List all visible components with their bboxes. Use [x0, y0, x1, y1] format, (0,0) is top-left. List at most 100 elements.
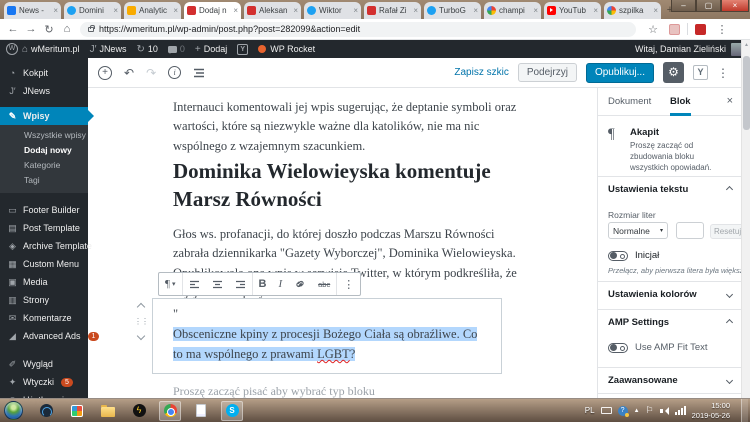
tab-close-icon[interactable]: ×: [653, 6, 658, 15]
tab-close-icon[interactable]: ×: [173, 6, 178, 15]
scroll-up-icon[interactable]: ▲: [742, 42, 750, 48]
browser-tab[interactable]: Wiktor×: [304, 2, 361, 19]
show-desktop-button[interactable]: [741, 399, 748, 422]
address-bar[interactable]: https://wmeritum.pl/wp-admin/post.php?po…: [80, 22, 636, 37]
selected-paragraph-block[interactable]: " Obsceniczne kpiny z procesji Bożego Ci…: [152, 298, 502, 374]
sidebar-item-wyglad[interactable]: ✐Wygląd: [0, 355, 88, 373]
taskbar-app[interactable]: [190, 401, 212, 421]
tab-close-icon[interactable]: ×: [113, 6, 118, 15]
admin-bar-yoast[interactable]: Y: [237, 44, 248, 55]
sidebar-item-wtyczki[interactable]: ✦Wtyczki5: [0, 373, 88, 391]
taskbar-app[interactable]: ϟ: [128, 401, 150, 421]
sidebar-item-advanced-ads[interactable]: ◢Advanced Ads1: [0, 327, 88, 345]
align-right-icon[interactable]: [229, 273, 252, 295]
toggle-off-icon[interactable]: [608, 251, 628, 261]
admin-bar-comments[interactable]: 0: [168, 44, 185, 54]
taskbar-app[interactable]: [35, 401, 57, 421]
panel-text-settings[interactable]: Ustawienia tekstu: [608, 184, 732, 195]
tab-close-icon[interactable]: ×: [593, 6, 598, 15]
tab-close-icon[interactable]: ×: [353, 6, 358, 15]
minimize-icon[interactable]: –: [671, 0, 696, 12]
language-indicator[interactable]: PL: [585, 406, 595, 415]
browser-tab[interactable]: szpilka×: [604, 2, 661, 19]
reload-icon[interactable]: ↻: [40, 23, 58, 36]
close-sidebar-icon[interactable]: ×: [727, 95, 733, 107]
tab-close-icon[interactable]: ×: [233, 6, 238, 15]
preview-button[interactable]: Podejrzyj: [518, 63, 577, 82]
panel-advanced[interactable]: Zaawansowane: [608, 375, 732, 386]
browser-tab[interactable]: Analytic×: [124, 2, 181, 19]
sidebar-item-wpisy[interactable]: ✎Wpisy: [0, 107, 88, 125]
sidebar-item-archive-template[interactable]: ◈Archive Template: [0, 237, 88, 255]
keyboard-icon[interactable]: [601, 407, 612, 414]
link-icon[interactable]: [288, 273, 312, 295]
bold-icon[interactable]: B: [253, 273, 273, 295]
browser-tab-active[interactable]: Dodaj n×: [184, 2, 241, 19]
admin-bar-jnews[interactable]: J′JNews: [90, 44, 127, 55]
strikethrough-icon[interactable]: abc: [312, 273, 336, 295]
tab-close-icon[interactable]: ×: [533, 6, 538, 15]
sidebar-item-post-template[interactable]: ▤Post Template: [0, 219, 88, 237]
sidebar-item-wszystkie-wpisy[interactable]: Wszystkie wpisy: [0, 128, 88, 143]
bookmark-star-icon[interactable]: ☆: [644, 23, 662, 36]
block-inserter-icon[interactable]: +: [98, 66, 112, 80]
extension-icon[interactable]: [695, 24, 706, 35]
tab-document[interactable]: Dokument: [608, 88, 651, 116]
block-appender-placeholder[interactable]: Proszę zacząć pisać aby wybrać typ bloku: [173, 384, 375, 399]
browser-tab[interactable]: News -×: [4, 2, 61, 19]
tab-close-icon[interactable]: ×: [53, 6, 58, 15]
publish-button[interactable]: Opublikuj...: [586, 63, 654, 83]
paragraph-block-icon[interactable]: ¶▾: [159, 273, 182, 295]
move-up-icon[interactable]: [137, 303, 145, 311]
align-left-icon[interactable]: [183, 273, 206, 295]
font-size-select[interactable]: Normalne▾: [608, 222, 668, 239]
tab-block[interactable]: Blok: [670, 88, 691, 116]
browser-tab[interactable]: champi×: [484, 2, 541, 19]
taskbar-app[interactable]: [97, 401, 119, 421]
admin-bar-site[interactable]: ⌂wMeritum.pl: [22, 44, 80, 55]
admin-bar-updates[interactable]: ↻10: [136, 44, 157, 55]
panel-color-settings[interactable]: Ustawienia kolorów: [608, 289, 732, 300]
reset-button[interactable]: Resetuj: [710, 224, 745, 239]
browser-tab[interactable]: TurboG×: [424, 2, 481, 19]
tab-close-icon[interactable]: ×: [293, 6, 298, 15]
taskbar-app-chrome[interactable]: [159, 401, 181, 421]
more-options-icon[interactable]: ⋮: [717, 66, 729, 80]
sidebar-item-strony[interactable]: ▥Strony: [0, 291, 88, 309]
sidebar-item-media[interactable]: ▣Media: [0, 273, 88, 291]
tab-close-icon[interactable]: ×: [413, 6, 418, 15]
forward-icon[interactable]: →: [22, 23, 40, 35]
font-size-input[interactable]: [676, 222, 704, 239]
tab-close-icon[interactable]: ×: [473, 6, 478, 15]
align-center-icon[interactable]: [206, 273, 229, 295]
sidebar-item-dodaj-nowy[interactable]: Dodaj nowy: [0, 143, 88, 158]
volume-icon[interactable]: [660, 406, 669, 415]
tray-expand-icon[interactable]: ▲: [634, 408, 640, 414]
yoast-icon[interactable]: Y: [693, 65, 708, 80]
post-paragraph[interactable]: Internauci komentowali jej wpis sugerują…: [173, 98, 525, 156]
help-tray-icon[interactable]: ?: [618, 406, 628, 416]
post-heading[interactable]: Dominika Wielowieyska komentuje Marsz Ró…: [173, 158, 553, 213]
pdf-extension-icon[interactable]: [669, 24, 680, 35]
sidebar-item-kategorie[interactable]: Kategorie: [0, 158, 88, 173]
browser-tab[interactable]: Domini×: [64, 2, 121, 19]
sidebar-item-komentarze[interactable]: ✉Komentarze: [0, 309, 88, 327]
action-center-flag-icon[interactable]: ⚐: [646, 405, 654, 416]
browser-tab[interactable]: Aleksan×: [244, 2, 301, 19]
browser-tab[interactable]: YouTub×: [544, 2, 601, 19]
move-down-icon[interactable]: [137, 332, 145, 340]
sidebar-item-tagi[interactable]: Tagi: [0, 173, 88, 188]
browser-menu-icon[interactable]: ⋮: [713, 23, 731, 36]
wordpress-logo-icon[interactable]: W: [6, 43, 18, 55]
block-navigation-icon[interactable]: [193, 68, 205, 78]
start-button[interactable]: [4, 401, 23, 420]
scrollbar-thumb[interactable]: [743, 56, 750, 130]
redo-icon[interactable]: ↷: [146, 66, 156, 80]
drag-handle-icon[interactable]: ⋮⋮: [134, 317, 148, 326]
undo-icon[interactable]: ↶: [124, 66, 134, 80]
maximize-icon[interactable]: ▢: [696, 0, 721, 12]
network-signal-icon[interactable]: [675, 406, 686, 415]
toolbar-more-icon[interactable]: ⋮: [337, 273, 360, 295]
browser-tab[interactable]: Rafał Zi×: [364, 2, 421, 19]
content-structure-icon[interactable]: i: [168, 66, 181, 79]
